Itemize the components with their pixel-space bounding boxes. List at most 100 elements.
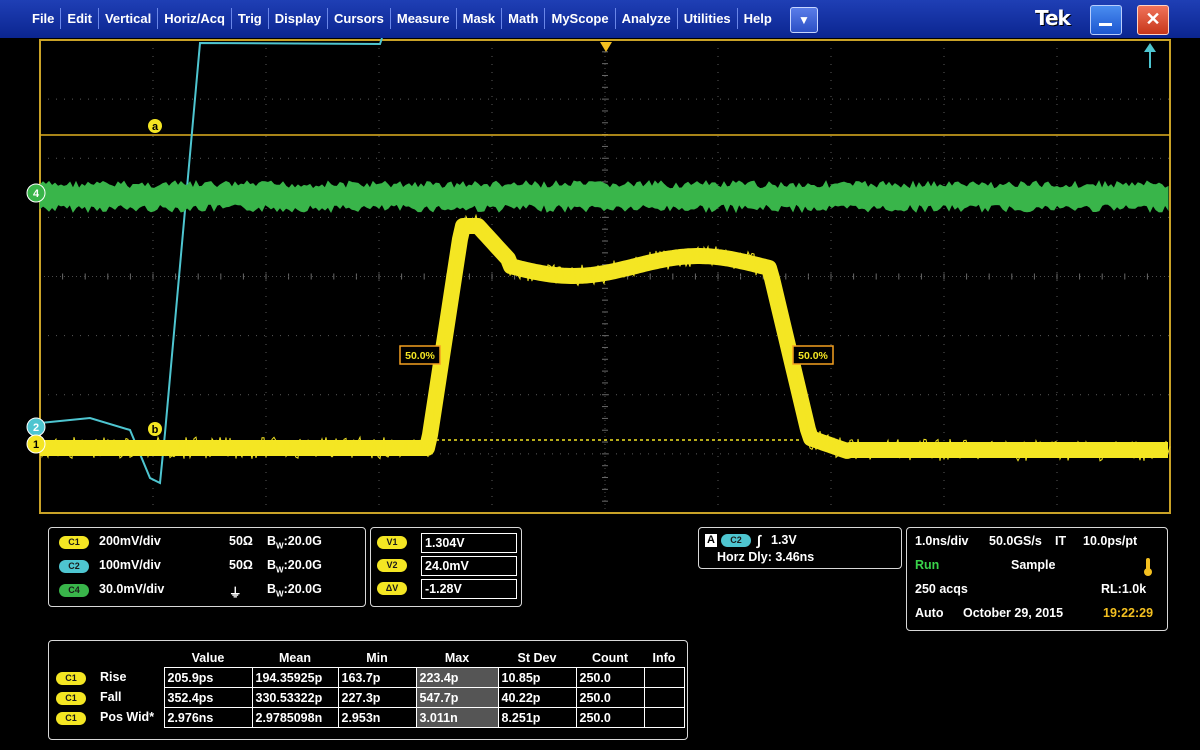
menu-item-help[interactable]: Help: [738, 8, 778, 29]
menu-item-trig[interactable]: Trig: [232, 8, 269, 29]
horizontal-delay: Horz Dly: 3.46ns: [717, 550, 815, 564]
meas-cell-mean: 194.35925p: [251, 667, 339, 688]
meas-header-value: Value: [191, 651, 225, 665]
meas-cell-min: 2.953n: [337, 707, 417, 728]
cursor-readout-panel[interactable]: V1 1.304V V2 24.0mV ΔV -1.28V: [370, 527, 522, 607]
menu-item-display[interactable]: Display: [269, 8, 328, 29]
trigger-level: 1.3V: [771, 533, 797, 547]
ref-label-left-text: 50.0%: [405, 350, 435, 362]
meas-source-badge[interactable]: C1: [56, 671, 86, 685]
channel-bandwidth: BW:20.0G: [267, 558, 322, 575]
channel-settings-panel[interactable]: C1 200mV/div 50Ω BW:20.0G C2 100mV/div 50…: [48, 527, 366, 607]
cursor-badge-0[interactable]: V1: [377, 536, 407, 549]
meas-cell-value: 352.4ps: [163, 687, 253, 708]
thermometer-icon: [1144, 558, 1152, 576]
meas-cell-max: 3.011n: [415, 707, 499, 728]
table-row[interactable]: C1 Rise 205.9ps 194.35925p 163.7p 223.4p 10.85…: [56, 667, 685, 688]
meas-cell-stdev: 8.251p: [497, 707, 577, 728]
channel-bandwidth: BW:20.0G: [267, 534, 322, 551]
meas-cell-count: 250.0: [575, 707, 645, 728]
measurement-table: Value Mean Min Max St Dev Count Info C1 Rise 205…: [56, 649, 685, 728]
sample-rate: 50.0GS/s: [989, 534, 1042, 548]
menu-item-math[interactable]: Math: [502, 8, 546, 29]
meas-header-max: Max: [444, 651, 470, 665]
menu-item-edit[interactable]: Edit: [61, 8, 99, 29]
channel-impedance: ⏚: [229, 586, 242, 600]
meas-name: Pos Wid*: [100, 710, 155, 725]
meas-row-label: C1 Fall: [56, 688, 164, 708]
meas-cell-value: 2.976ns: [163, 707, 253, 728]
table-row[interactable]: C1 Fall 352.4ps 330.53322p 227.3p 547.7p 40.22…: [56, 687, 685, 708]
bandwidth-subscript: W: [276, 565, 284, 575]
minimize-button[interactable]: [1090, 5, 1122, 35]
channel-impedance: 50Ω: [229, 534, 253, 548]
menu-item-mask[interactable]: Mask: [457, 8, 503, 29]
minimize-icon: [1099, 23, 1112, 26]
ch1-marker-label: 1: [33, 439, 39, 451]
bandwidth-subscript: W: [276, 589, 284, 599]
meas-cell-info: [643, 707, 685, 728]
channel-scale: 30.0mV/div: [99, 582, 165, 596]
channel-badge-c4[interactable]: C4: [59, 584, 89, 597]
meas-header-min: Min: [366, 651, 388, 665]
ch4-marker-label: 4: [33, 188, 40, 200]
menu-item-cursors[interactable]: Cursors: [328, 8, 391, 29]
menu-item-measure[interactable]: Measure: [391, 8, 457, 29]
close-button[interactable]: ✕: [1137, 5, 1169, 35]
menu-bar: File Edit Vertical Horiz/Acq Trig Display Curs…: [0, 0, 1200, 39]
meas-cell-count: 250.0: [575, 687, 645, 708]
menu-item-utilities[interactable]: Utilities: [678, 8, 738, 29]
channel-scale: 100mV/div: [99, 558, 161, 572]
meas-row-label: C1 Rise: [56, 668, 164, 688]
bandwidth-subscript: W: [276, 541, 284, 551]
meas-header-st-dev: St Dev: [517, 651, 557, 665]
meas-source-badge[interactable]: C1: [56, 711, 86, 725]
ref-label-right-text: 50.0%: [798, 350, 828, 362]
menu-item-file[interactable]: File: [26, 8, 62, 29]
trigger-panel[interactable]: A C2 ∫ 1.3V Horz Dly: 3.46ns: [698, 527, 902, 569]
bandwidth-value: :20.0G: [283, 582, 322, 596]
bandwidth-value: :20.0G: [283, 534, 322, 548]
meas-cell-max: 547.7p: [415, 687, 499, 708]
channel-badge-c1[interactable]: C1: [59, 536, 89, 549]
cursor-value-1: 24.0mV: [421, 556, 517, 576]
bandwidth-symbol: B: [267, 582, 277, 596]
channel-badge-c2[interactable]: C2: [59, 560, 89, 573]
menu-items: File Edit Vertical Horiz/Acq Trig Display Curs…: [26, 8, 778, 29]
meas-header-info: Info: [652, 651, 676, 665]
menu-item-vertical[interactable]: Vertical: [99, 8, 159, 29]
menu-dropdown-button[interactable]: ▼: [790, 7, 818, 33]
meas-name: Fall: [100, 690, 122, 705]
menu-item-horiz-acq[interactable]: Horiz/Acq: [158, 8, 232, 29]
meas-cell-min: 227.3p: [337, 687, 417, 708]
cursor-badge-1[interactable]: V2: [377, 559, 407, 572]
meas-cell-value: 205.9ps: [163, 667, 253, 688]
meas-cell-stdev: 40.22p: [497, 687, 577, 708]
menu-item-analyze[interactable]: Analyze: [616, 8, 678, 29]
run-state: Run: [915, 558, 940, 572]
tek-logo: Tek: [1035, 6, 1071, 30]
waveform-display[interactable]: a 50.0% 50.0% b 4 2 1: [0, 38, 1200, 522]
cursor-badge-2[interactable]: ΔV: [377, 582, 407, 595]
acquisition-mode: Sample: [1011, 558, 1056, 572]
acq-interp-mode: IT: [1055, 534, 1067, 548]
record-length: RL:1.0k: [1101, 582, 1147, 596]
menu-item-myscope[interactable]: MyScope: [545, 8, 616, 29]
bandwidth-value: :20.0G: [283, 558, 322, 572]
acquisition-panel[interactable]: 1.0ns/div 50.0GS/s IT 10.0ps/pt Run Samp…: [906, 527, 1168, 631]
meas-header-count: Count: [591, 651, 629, 665]
readout-area: C1 200mV/div 50Ω BW:20.0G C2 100mV/div 50…: [0, 522, 1200, 750]
meas-cell-stdev: 10.85p: [497, 667, 577, 688]
date: October 29, 2015: [963, 606, 1064, 620]
meas-source-badge[interactable]: C1: [56, 691, 86, 705]
resolution: 10.0ps/pt: [1083, 534, 1138, 548]
timebase: 1.0ns/div: [915, 534, 969, 548]
trigger-mode-box: A: [705, 534, 717, 547]
channel-bandwidth: BW:20.0G: [267, 582, 322, 599]
table-row[interactable]: C1 Pos Wid* 2.976ns 2.9785098n 2.953n 3.011n 8…: [56, 707, 685, 728]
meas-cell-max: 223.4p: [415, 667, 499, 688]
meas-name: Rise: [100, 670, 127, 685]
meas-row-label: C1 Pos Wid*: [56, 708, 164, 728]
cursor-value-2: -1.28V: [421, 579, 517, 599]
meas-cell-count: 250.0: [575, 667, 645, 688]
